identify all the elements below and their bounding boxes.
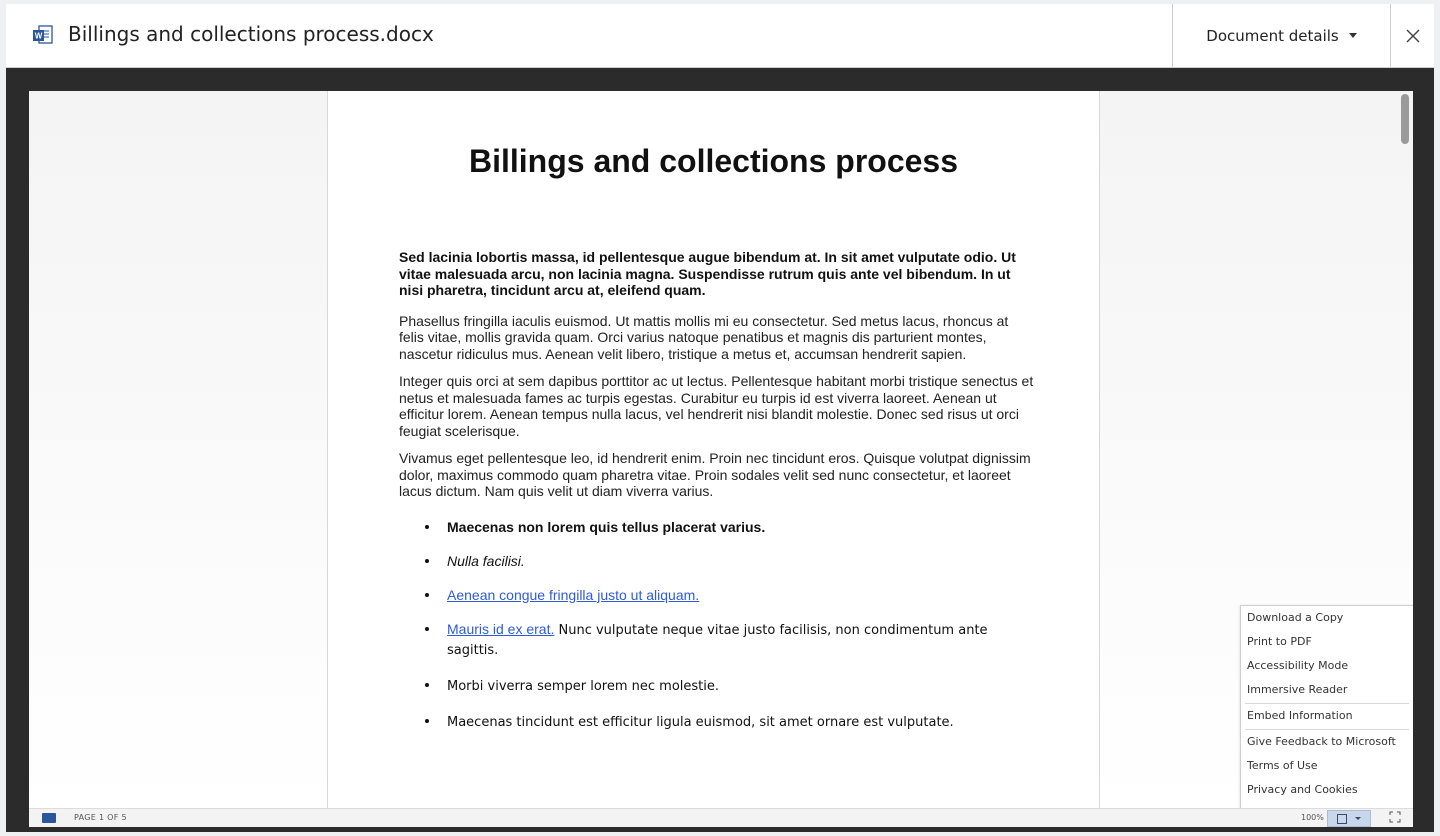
list-item: Mauris id ex erat. Nunc vulputate neque …	[399, 620, 1035, 660]
zoom-level[interactable]: 100%	[1301, 813, 1324, 822]
list-item-text: Maecenas non lorem quis tellus placerat …	[447, 518, 766, 535]
paragraph: Vivamus eget pellentesque leo, id hendre…	[399, 450, 1031, 499]
document-details-button[interactable]: Document details	[1173, 4, 1390, 67]
menu-item-accessibility-mode[interactable]: Accessibility Mode	[1247, 659, 1348, 672]
menu-item-embed-information[interactable]: Embed Information	[1247, 709, 1353, 722]
list-item: Maecenas tincidunt est efficitur ligula …	[399, 712, 1035, 732]
view-mode-button[interactable]	[1327, 810, 1371, 827]
document-title: Billings and collections process.docx	[68, 22, 434, 46]
status-bar: PAGE 1 OF 5 100%	[29, 808, 1413, 827]
list-item: Aenean congue fringilla justo ut aliquam…	[399, 586, 1035, 604]
bullet-icon	[425, 718, 429, 723]
list-item: Nulla facilisi.	[399, 552, 1035, 570]
page-heading: Billings and collections process	[468, 143, 958, 179]
list-item: Morbi viverra semper lorem nec molestie.	[399, 676, 1035, 696]
document-page: Billings and collections process Sed lac…	[327, 91, 1100, 808]
svg-text:W: W	[35, 32, 43, 41]
word-app-icon	[42, 813, 56, 823]
viewer-area: Billings and collections process Sed lac…	[6, 68, 1434, 832]
menu-divider	[1245, 729, 1409, 730]
viewer-header: W Billings and collections process.docx …	[6, 4, 1434, 68]
word-file-icon: W	[33, 25, 53, 44]
page-count: PAGE 1 OF 5	[74, 813, 127, 822]
bullet-icon	[425, 626, 429, 631]
close-button[interactable]	[1391, 4, 1434, 67]
bullet-icon	[425, 558, 429, 563]
list-item: Maecenas non lorem quis tellus placerat …	[399, 518, 1035, 536]
chevron-down-icon	[1348, 33, 1357, 38]
menu-item-privacy-cookies[interactable]: Privacy and Cookies	[1247, 783, 1358, 796]
menu-item-print-pdf[interactable]: Print to PDF	[1247, 635, 1312, 648]
reading-view-icon	[1337, 814, 1347, 824]
scrollbar-thumb[interactable]	[1401, 94, 1409, 144]
document-details-label: Document details	[1206, 26, 1339, 45]
document-canvas[interactable]: Billings and collections process Sed lac…	[29, 91, 1413, 808]
fullscreen-icon[interactable]	[1389, 811, 1401, 823]
bullet-icon	[425, 592, 429, 597]
list-item-text: Nulla facilisi.	[447, 552, 525, 569]
list-item-text: Morbi viverra semper lorem nec molestie.	[447, 678, 720, 694]
lead-paragraph: Sed lacinia lobortis massa, id pellentes…	[399, 249, 1016, 298]
options-menu: Download a Copy Print to PDF Accessibili…	[1240, 605, 1413, 808]
document-body: Sed lacinia lobortis massa, id pellentes…	[399, 249, 1035, 748]
menu-divider	[1245, 703, 1409, 704]
bullet-list: Maecenas non lorem quis tellus placerat …	[399, 518, 1035, 732]
menu-item-immersive-reader[interactable]: Immersive Reader	[1247, 683, 1347, 696]
bullet-icon	[425, 524, 429, 529]
menu-item-download-copy[interactable]: Download a Copy	[1247, 611, 1343, 624]
list-item-text: Maecenas tincidunt est efficitur ligula …	[447, 714, 954, 730]
bullet-icon	[425, 682, 429, 687]
list-item-link[interactable]: Aenean congue fringilla justo ut aliquam…	[447, 587, 699, 603]
document-viewer-window: W Billings and collections process.docx …	[6, 4, 1434, 832]
paragraph: Phasellus fringilla iaculis euismod. Ut …	[399, 312, 1009, 362]
menu-item-terms-of-use[interactable]: Terms of Use	[1247, 759, 1318, 772]
list-item-link[interactable]: Mauris id ex erat.	[447, 621, 554, 637]
chevron-down-icon	[1355, 817, 1361, 820]
close-icon	[1406, 29, 1419, 42]
paragraph: Integer quis orci at sem dapibus porttit…	[399, 373, 1034, 439]
menu-item-give-feedback[interactable]: Give Feedback to Microsoft	[1247, 735, 1396, 748]
